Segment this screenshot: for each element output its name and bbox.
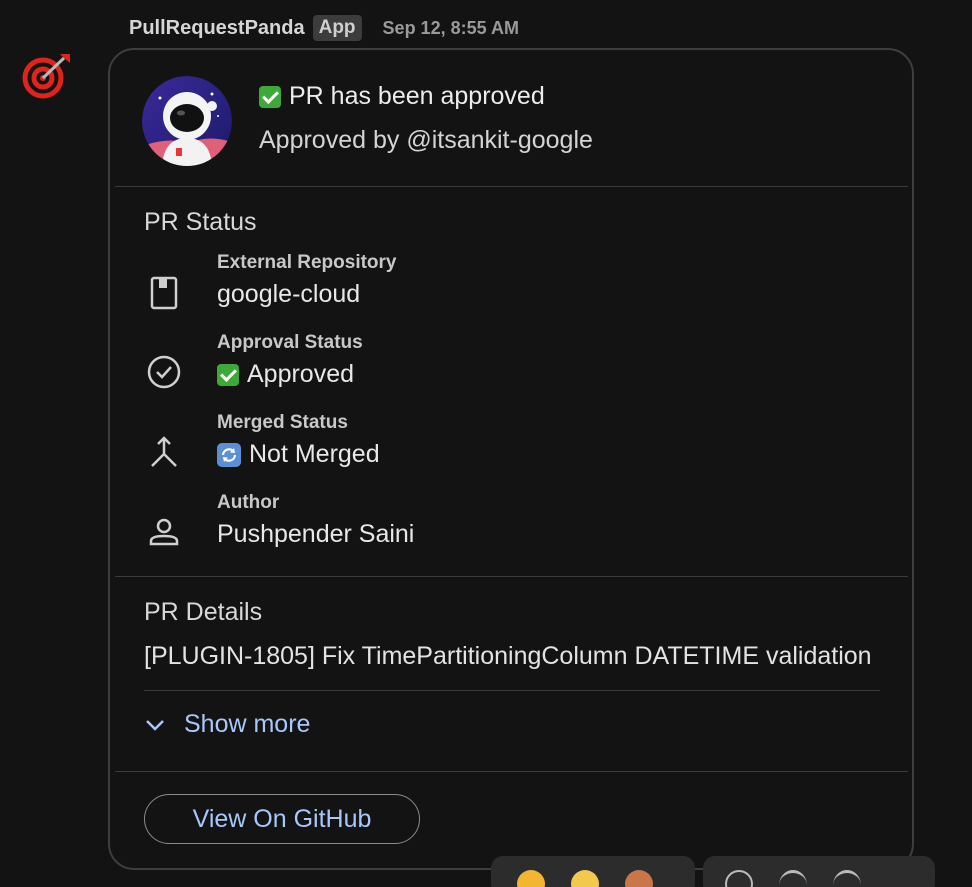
status-value: Pushpender Saini [217, 520, 414, 549]
message-timestamp: Sep 12, 8:55 AM [382, 17, 519, 38]
chat-message: PullRequestPanda App Sep 12, 8:55 AM PR … [0, 0, 972, 887]
status-label: Author [217, 492, 280, 513]
party-face-emoji-icon[interactable] [571, 870, 599, 887]
status-value: Not Merged [217, 440, 380, 469]
forward-icon[interactable] [779, 870, 807, 887]
repository-name: google-cloud [217, 280, 361, 308]
status-row-repository: External Repository google-cloud [144, 252, 912, 322]
pr-card: PR has been approved Approved by @itsank… [108, 48, 914, 870]
check-emoji-icon [217, 363, 239, 386]
bot-avatar-target-icon[interactable] [22, 51, 72, 101]
person-icon [149, 518, 179, 546]
check-emoji-icon [259, 85, 281, 108]
show-more-toggle[interactable]: Show more [144, 710, 310, 739]
message-header: PullRequestPanda App Sep 12, 8:55 AM [129, 14, 519, 42]
astronaut-avatar [142, 76, 232, 166]
divider [115, 576, 908, 577]
view-on-github-button[interactable]: View On GitHub [144, 794, 420, 844]
message-actions-bar [703, 856, 935, 887]
pr-status-title: PR Status [144, 208, 257, 236]
pr-details-text: [PLUGIN-1805] Fix TimePartitioningColumn… [144, 642, 872, 670]
divider [115, 186, 908, 187]
status-label: External Repository [217, 252, 397, 273]
quick-reactions-bar [491, 856, 695, 887]
card-title: PR has been approved [259, 82, 545, 111]
app-badge: App [312, 15, 362, 41]
more-options-icon[interactable] [887, 870, 893, 887]
card-title-text: PR has been approved [289, 82, 545, 110]
merged-status-text: Not Merged [249, 440, 380, 468]
author-name: Pushpender Saini [217, 520, 415, 548]
pr-details-title: PR Details [144, 598, 263, 626]
show-more-label: Show more [184, 710, 311, 738]
thumbs-up-emoji-icon[interactable] [517, 870, 545, 887]
status-label: Merged Status [217, 412, 348, 433]
person-emoji-icon[interactable] [625, 870, 653, 887]
status-label: Approval Status [217, 332, 363, 353]
status-row-merged: Merged Status Not Merged [144, 412, 912, 482]
status-value: Approved [217, 360, 354, 389]
repository-icon [150, 276, 178, 310]
status-row-author: Author Pushpender Saini [144, 492, 912, 562]
card-subtitle: Approved by @itsankit-google [259, 126, 593, 154]
divider [115, 771, 908, 772]
card-header: PR has been approved Approved by @itsank… [142, 76, 912, 176]
approval-status-text: Approved [247, 360, 355, 388]
reply-icon[interactable] [833, 870, 861, 887]
chevron-down-icon [146, 719, 164, 731]
sync-emoji-icon [217, 442, 241, 467]
status-row-approval: Approval Status Approved [144, 332, 912, 402]
sender-name[interactable]: PullRequestPanda [129, 17, 305, 40]
add-reaction-icon[interactable] [725, 870, 753, 887]
status-value: google-cloud [217, 280, 360, 309]
divider [144, 690, 880, 691]
check-circle-icon [147, 355, 181, 389]
merge-icon [151, 436, 177, 467]
